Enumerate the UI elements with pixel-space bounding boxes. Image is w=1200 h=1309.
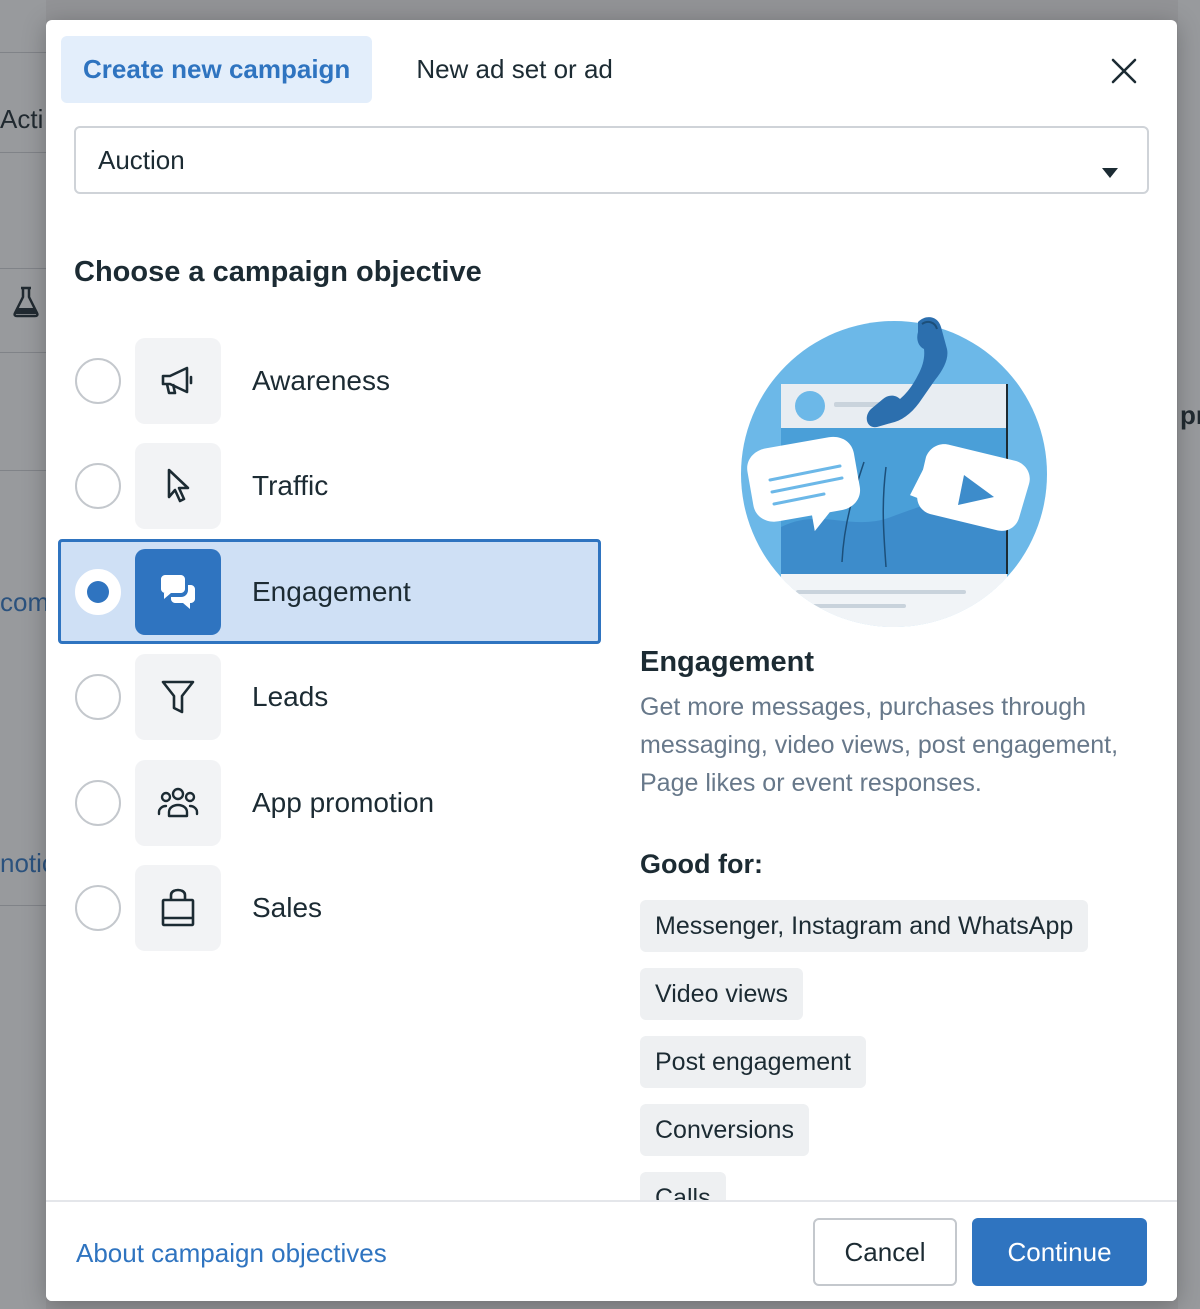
section-title: Choose a campaign objective [74,256,482,288]
objective-detail-title: Engagement [640,646,815,678]
radio-button[interactable] [75,463,121,509]
chat-bubbles-icon [135,548,221,635]
good-for-chip: Conversions [640,1104,809,1156]
engagement-illustration [726,312,1066,637]
megaphone-icon [135,337,221,424]
objective-label: Sales [252,892,323,923]
dialog-tabs: Create new campaign New ad set or ad [61,36,635,103]
caret-down-icon [1101,155,1119,186]
funnel-icon [135,654,221,740]
objective-label: App promotion [252,786,435,818]
objective-app-promotion[interactable]: App promotion [58,750,601,855]
cancel-button[interactable]: Cancel [813,1218,957,1286]
objective-engagement[interactable]: Engagement [58,539,601,644]
radio-button[interactable] [75,779,121,826]
good-for-heading: Good for: [640,849,763,879]
good-for-chip: Post engagement [640,1036,866,1088]
objective-label: Engagement [252,575,411,607]
objective-label: Traffic [252,470,329,501]
radio-button[interactable] [75,885,121,931]
radio-button-selected[interactable] [75,568,121,615]
about-campaign-objectives-link[interactable]: About campaign objectives [76,1238,387,1269]
create-campaign-dialog: Create new campaign New ad set or ad Auc… [46,20,1177,1301]
shopping-bag-icon [135,865,221,951]
good-for-chip: Video views [640,968,803,1020]
objective-leads[interactable]: Leads [58,645,601,750]
close-icon[interactable] [1107,54,1141,88]
continue-button[interactable]: Continue [972,1218,1147,1286]
tab-new-ad-set-or-ad[interactable]: New ad set or ad [394,36,635,103]
objective-label: Leads [252,681,329,712]
good-for-chip: Messenger, Instagram and WhatsApp [640,900,1089,952]
objective-traffic[interactable]: Traffic [58,434,601,539]
objective-detail-description: Get more messages, purchases through mes… [640,693,1119,797]
cursor-icon [135,443,221,529]
buying-type-select[interactable]: Auction [74,126,1149,194]
tab-create-new-campaign[interactable]: Create new campaign [61,36,373,103]
objective-sales[interactable]: Sales [58,856,601,961]
radio-button[interactable] [75,674,121,720]
objective-awareness[interactable]: Awareness [58,328,601,433]
good-for-chip: Calls [640,1172,726,1200]
radio-button[interactable] [75,357,121,404]
people-group-icon [135,759,221,846]
dialog-footer: About campaign objectives Cancel Continu… [46,1200,1177,1301]
objective-label: Awareness [252,364,391,396]
good-for-chip-list: Messenger, Instagram and WhatsApp Video … [640,900,1160,1200]
objective-list: Awareness Traffic Engagement Leads App p… [58,328,601,961]
buying-type-value: Auction [98,144,185,175]
